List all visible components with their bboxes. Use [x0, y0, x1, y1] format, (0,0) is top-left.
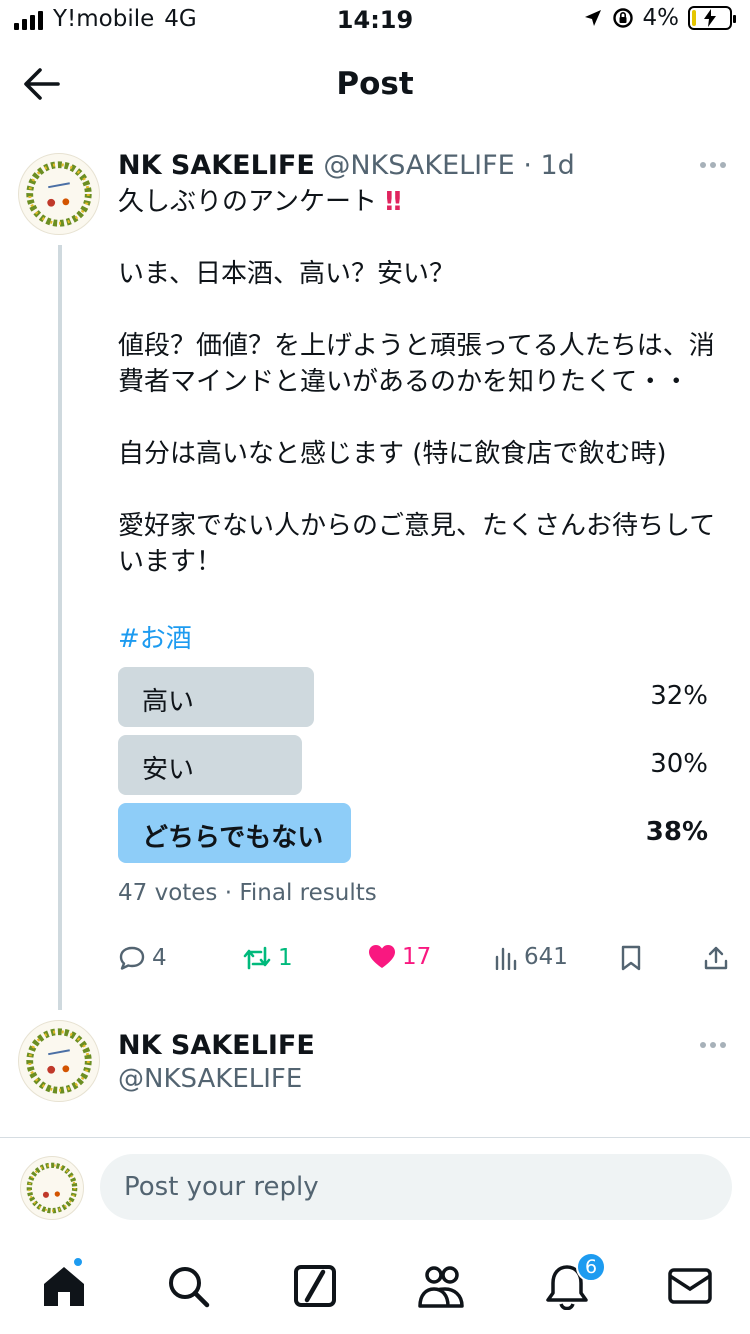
like-count: 17 — [402, 944, 432, 970]
page-title: Post — [336, 66, 414, 102]
tweet-line: いま、日本酒、高い？安い？ — [118, 259, 455, 289]
hashtag-link[interactable]: #お酒 — [118, 618, 192, 655]
user-handle[interactable]: @NKSAKELIFE — [323, 150, 514, 181]
tweet-line: います！ — [118, 547, 223, 577]
bookmark-icon — [621, 945, 641, 971]
tab-grok[interactable] — [291, 1262, 339, 1310]
share-icon — [704, 946, 728, 970]
tweet-line: 値段？価値？を上げようと頑張ってる人たちは、消 — [118, 331, 715, 361]
poll-meta: 47 votes · Final results — [118, 880, 377, 906]
my-avatar[interactable] — [20, 1156, 84, 1220]
poll-option: 高い 32% — [118, 667, 718, 727]
rotation-lock-icon — [612, 8, 633, 28]
wreath-logo-icon — [26, 1028, 92, 1094]
tweet-text: 久しぶりのアンケート ‼ いま、日本酒、高い？安い？ 値段？価値？を上げようと頑… — [118, 184, 730, 580]
poll-option-label: どちらでもない — [142, 823, 324, 853]
avatar[interactable] — [18, 1020, 100, 1102]
heart-icon — [369, 945, 395, 968]
battery-icon — [688, 6, 736, 30]
bottom-tab-bar — [0, 1250, 750, 1334]
tweet-header: NK SAKELIFE @NKSAKELIFE · 1d — [118, 150, 575, 181]
search-icon — [169, 1267, 210, 1308]
new-posts-dot — [72, 1256, 84, 1268]
poll-option-label: 高い — [142, 687, 195, 717]
tweet-line: 費者マインドと違いがあるのかを知りたくて・・ — [118, 367, 690, 397]
divider — [0, 1137, 750, 1138]
tab-messages[interactable] — [666, 1262, 714, 1310]
display-name[interactable]: NK SAKELIFE — [118, 150, 315, 181]
views-button[interactable]: 641 — [494, 944, 568, 970]
poll-option-percent: 30% — [650, 749, 708, 779]
tweet-line: 自分は高いなと感じます (特に飲食店で飲む時) — [118, 439, 667, 469]
battery-percent: 4% — [642, 5, 680, 31]
thread-line — [58, 245, 62, 1010]
slash-box-icon — [294, 1265, 336, 1307]
poll-option-percent: 32% — [650, 681, 708, 711]
tweet-line: 愛好家でない人からのご意見、たくさんお待ちして — [118, 511, 716, 541]
comment-icon — [119, 946, 145, 970]
repost-button[interactable]: 1 — [242, 944, 293, 972]
wreath-logo-icon — [26, 1162, 78, 1214]
top-nav: Post — [0, 44, 750, 124]
tab-communities[interactable] — [417, 1262, 465, 1310]
poll-option-winner: どちらでもない 38% — [118, 803, 718, 863]
poll-option: 安い 30% — [118, 735, 718, 795]
tweet-line: 久しぶりのアンケート — [118, 187, 377, 217]
poll-option-label: 安い — [142, 755, 195, 785]
notifications-badge: 6 — [576, 1252, 606, 1282]
status-bar: Y!mobile 4G 14:19 4% — [0, 0, 750, 44]
tab-search[interactable] — [164, 1262, 212, 1310]
reply-input[interactable] — [100, 1154, 732, 1220]
more-options-button[interactable] — [700, 1042, 728, 1050]
avatar[interactable] — [18, 153, 100, 235]
action-bar: 4 1 17 641 — [118, 944, 738, 978]
analytics-icon — [495, 947, 517, 970]
poll-option-percent: 38% — [645, 817, 708, 847]
tab-home[interactable] — [40, 1262, 88, 1310]
status-right: 4% — [583, 5, 736, 31]
home-icon — [44, 1267, 84, 1306]
wreath-logo-icon — [26, 161, 92, 227]
double-exclamation-icon: ‼ — [385, 187, 402, 217]
reply-button[interactable]: 4 — [118, 944, 167, 972]
view-count: 641 — [524, 944, 568, 970]
mail-icon — [668, 1268, 712, 1304]
post-time: · 1d — [523, 150, 575, 181]
repost-icon — [243, 946, 271, 970]
repost-count: 1 — [278, 945, 293, 971]
display-name[interactable]: NK SAKELIFE — [118, 1030, 315, 1061]
share-button[interactable] — [702, 944, 730, 972]
people-icon — [418, 1266, 464, 1308]
more-options-button[interactable] — [700, 162, 728, 170]
reply-count: 4 — [152, 945, 167, 971]
like-button[interactable]: 17 — [368, 944, 431, 970]
user-handle[interactable]: @NKSAKELIFE — [118, 1064, 302, 1094]
bookmark-button[interactable] — [620, 944, 642, 972]
location-icon — [584, 10, 601, 26]
